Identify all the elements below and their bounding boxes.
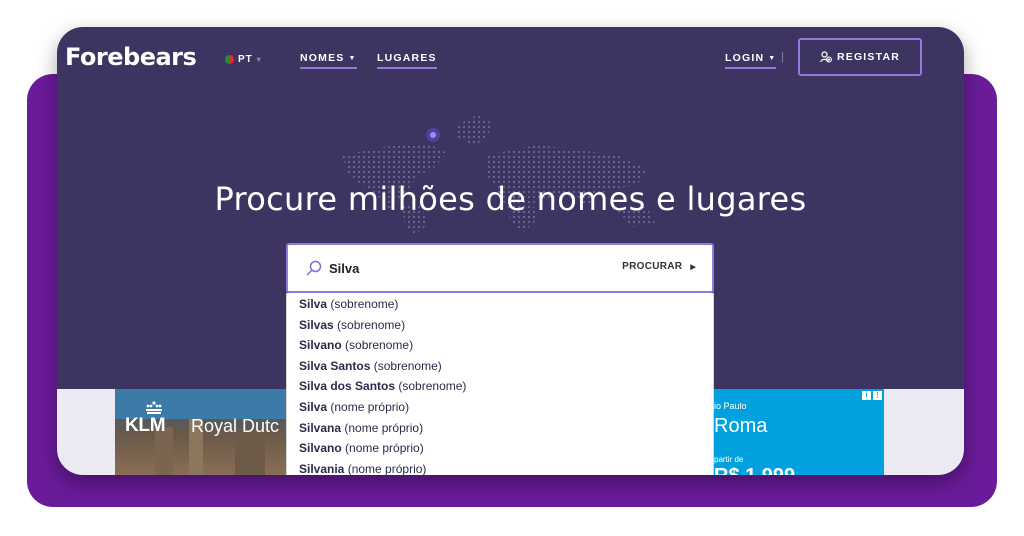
- suggestions-dropdown: Silva (sobrenome) Silvas (sobrenome) Sil…: [286, 293, 714, 475]
- login-label: LOGIN: [725, 52, 765, 64]
- ad-choices[interactable]: i ⋮: [862, 391, 882, 400]
- ad-text: Royal Dutc: [191, 416, 280, 436]
- ad-banner-left[interactable]: KLM Royal Dutc: [115, 389, 287, 475]
- user-add-icon: [820, 51, 832, 63]
- suggestion-item[interactable]: Silva dos Santos (sobrenome): [287, 376, 713, 397]
- suggestion-item[interactable]: Silva Santos (sobrenome): [287, 356, 713, 377]
- language-label: PT: [238, 54, 253, 65]
- register-label: REGISTAR: [836, 51, 901, 63]
- suggestion-name: Silvano: [299, 338, 342, 353]
- nav-lugares-label: LUGARES: [377, 52, 437, 64]
- search-icon: [306, 260, 322, 276]
- hero-title: Procure milhões de nomes e lugares: [214, 180, 807, 218]
- login-link[interactable]: LOGIN ▼: [725, 52, 777, 69]
- browser-frame: Forebears PT ▾ NOMES ▼ LUGARES LOGIN ▼ |…: [57, 27, 964, 475]
- chevron-down-icon: ▾: [256, 55, 262, 64]
- suggestion-type: (nome próprio): [345, 441, 424, 456]
- nav-lugares[interactable]: LUGARES: [377, 52, 437, 69]
- suggestion-name: Silva Santos: [299, 358, 371, 373]
- suggestion-name: Silvania: [299, 461, 345, 475]
- suggestion-name: Silva dos Santos: [299, 379, 396, 394]
- ad-info-icon: i: [862, 391, 871, 400]
- suggestion-name: Silvana: [299, 420, 342, 435]
- register-button[interactable]: REGISTAR: [798, 38, 922, 76]
- suggestion-item[interactable]: Silva (sobrenome): [287, 294, 713, 315]
- chevron-down-icon: ▼: [348, 54, 357, 62]
- suggestion-type: (sobrenome): [373, 358, 442, 373]
- language-selector[interactable]: PT ▾: [225, 54, 262, 65]
- search-input[interactable]: [329, 258, 569, 278]
- suggestion-type: (sobrenome): [398, 379, 467, 394]
- suggestion-item[interactable]: Silvana (nome próprio): [287, 418, 713, 439]
- nav-nomes[interactable]: NOMES ▼: [300, 52, 357, 69]
- suggestion-type: (sobrenome): [337, 317, 406, 332]
- ad-price-prefix: partir de: [714, 455, 744, 464]
- search-box: PROCURAR ▶: [286, 243, 714, 293]
- suggestion-item[interactable]: Silvano (nome próprio): [287, 438, 713, 459]
- suggestion-type: (nome próprio): [347, 461, 427, 475]
- search-button-label: PROCURAR: [622, 261, 683, 272]
- suggestion-name: Silvas: [299, 317, 334, 332]
- search-button[interactable]: PROCURAR ▶: [622, 261, 696, 272]
- ad-ruin-image: [235, 433, 265, 475]
- suggestion-item[interactable]: Silvano (sobrenome): [287, 335, 713, 356]
- ad-price: R$ 1.999: [714, 465, 795, 475]
- suggestion-type: (sobrenome): [345, 338, 414, 353]
- ad-close-icon: ⋮: [873, 391, 882, 400]
- chevron-right-icon: ▶: [690, 263, 696, 271]
- suggestion-name: Silva: [299, 399, 328, 414]
- suggestion-name: Silvano: [299, 441, 342, 456]
- ad-brand: KLM: [125, 415, 166, 436]
- ad-banner-right[interactable]: io Paulo Roma partir de R$ 1.999 i ⋮: [714, 389, 884, 475]
- site-logo[interactable]: Forebears: [65, 43, 197, 71]
- ad-destination: Roma: [714, 415, 768, 437]
- suggestion-item[interactable]: Silvas (sobrenome): [287, 315, 713, 336]
- suggestion-item[interactable]: Silva (nome próprio): [287, 397, 713, 418]
- suggestion-type: (sobrenome): [330, 297, 399, 311]
- portugal-flag-icon: [225, 55, 234, 64]
- klm-crown-icon: [146, 401, 162, 414]
- suggestion-type: (nome próprio): [344, 420, 424, 435]
- chevron-down-icon: ▼: [768, 54, 777, 62]
- suggestion-name: Silva: [299, 297, 328, 311]
- suggestion-type: (nome próprio): [330, 399, 410, 414]
- suggestion-item[interactable]: Silvania (nome próprio): [287, 459, 713, 475]
- nav-nomes-label: NOMES: [300, 52, 345, 64]
- ad-origin: io Paulo: [714, 401, 747, 411]
- nav-divider: |: [781, 51, 784, 63]
